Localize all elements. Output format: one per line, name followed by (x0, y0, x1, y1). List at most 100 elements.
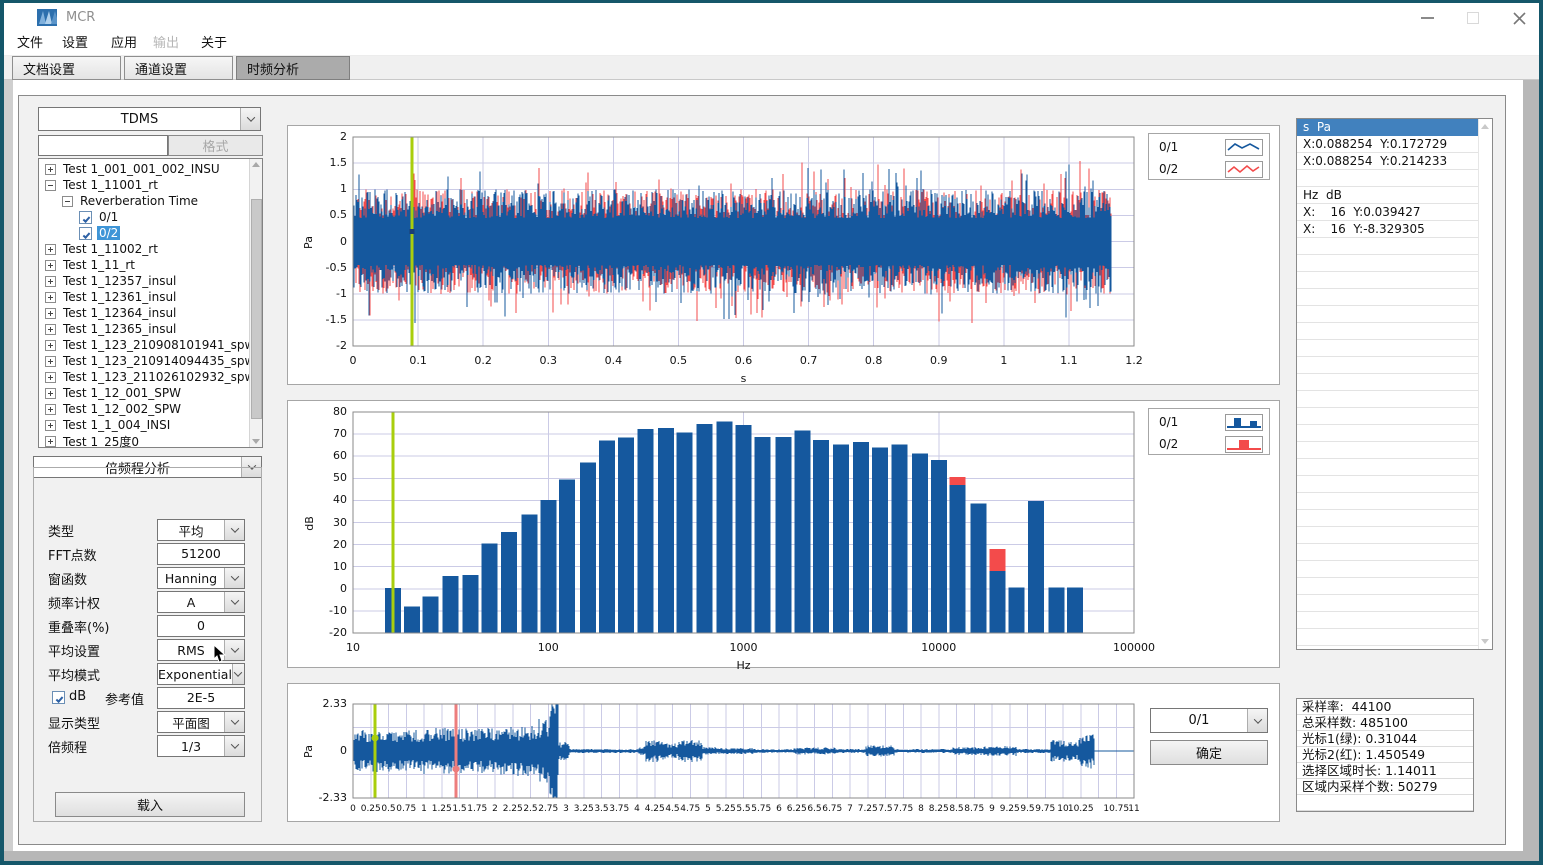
tab-3[interactable]: 时频分析 (236, 56, 350, 80)
tree-item-label[interactable]: Test 1_12_001_SPW (61, 386, 183, 400)
tree-item-label[interactable]: Test 1_123_210908101941_spw (61, 338, 256, 352)
form-select-6[interactable]: RMS (157, 639, 245, 661)
scroll-up-icon[interactable] (1481, 124, 1489, 129)
tree-item[interactable]: Test 1_123_210908101941_spw (39, 337, 248, 353)
tree-item-label[interactable]: Reverberation Time (78, 194, 200, 208)
expand-icon[interactable] (45, 308, 56, 319)
menu-item-5[interactable]: 关于 (201, 35, 227, 53)
tree-item-label[interactable]: Test 1_12364_insul (61, 306, 178, 320)
tree-item-label[interactable]: Test 1_11002_rt (61, 242, 160, 256)
full-record-chart[interactable]: 2.330-2.3300.250.50.7511.251.51.7522.252… (287, 683, 1280, 822)
expand-icon[interactable] (45, 164, 56, 175)
channel-checkbox[interactable] (79, 227, 92, 240)
octave-spectrum-chart[interactable]: 80706050403020100-10-2010100100010000100… (287, 400, 1280, 668)
tree-item[interactable]: Test 1_11002_rt (39, 241, 248, 257)
file-format-select[interactable]: TDMS (38, 107, 261, 131)
tree-item-label[interactable]: Test 1_12_002_SPW (61, 402, 183, 416)
confirm-button[interactable]: 确定 (1150, 740, 1268, 765)
expand-icon[interactable] (45, 388, 56, 399)
tree-item-label[interactable]: Test 1_12361_insul (61, 290, 178, 304)
channel-select[interactable]: 0/1 (1150, 708, 1268, 733)
tree-item[interactable]: Test 1_123_210914094435_spw (39, 353, 248, 369)
channel-checkbox[interactable] (79, 211, 92, 224)
readout-scrollbar[interactable] (1478, 119, 1492, 649)
close-button[interactable] (1506, 9, 1532, 27)
tree-item-label[interactable]: Test 1_123_211026102932_spw (61, 370, 256, 384)
expand-icon[interactable] (45, 260, 56, 271)
chevron-down-icon[interactable] (1247, 709, 1267, 732)
menu-item-2[interactable]: 设置 (62, 35, 88, 53)
filter-input[interactable] (38, 135, 168, 156)
scroll-up-icon[interactable] (252, 162, 260, 167)
menu-item-3[interactable]: 应用 (111, 35, 137, 53)
tree-item-label[interactable]: Test 1_11_rt (61, 258, 137, 272)
minimize-button[interactable] (1414, 9, 1440, 27)
expand-icon[interactable] (45, 372, 56, 383)
tree-item[interactable]: Test 1_001_001_002_INSU (39, 161, 248, 177)
tree-item-label[interactable]: Test 1_11001_rt (61, 178, 160, 192)
scroll-down-icon[interactable] (1481, 639, 1489, 644)
tree-item-label[interactable]: Test 1_25度0 (61, 433, 141, 449)
expand-icon[interactable] (45, 244, 56, 255)
chevron-down-icon[interactable] (224, 640, 244, 660)
chevron-down-icon[interactable] (224, 520, 244, 540)
tab-2[interactable]: 通道设置 (124, 56, 233, 80)
tree-item[interactable]: Test 1_12364_insul (39, 305, 248, 321)
time-waveform-chart[interactable]: 21.510.50-0.5-1-1.5-200.10.20.30.40.50.6… (287, 125, 1280, 385)
db-checkbox[interactable] (52, 691, 65, 704)
chevron-down-icon[interactable] (224, 712, 244, 732)
reference-value-input[interactable]: 2E-5 (157, 687, 245, 709)
tree-scrollbar-thumb[interactable] (251, 199, 262, 419)
load-button[interactable]: 载入 (55, 792, 245, 817)
maximize-button[interactable] (1460, 9, 1486, 27)
chevron-down-icon[interactable] (232, 664, 244, 684)
tree-item[interactable]: Test 1_12_002_SPW (39, 401, 248, 417)
tree-item-label[interactable]: Test 1_12357_insul (61, 274, 178, 288)
expand-icon[interactable] (45, 340, 56, 351)
tree-item-label[interactable]: Test 1_123_210914094435_spw (61, 354, 256, 368)
menu-item-1[interactable]: 文件 (17, 35, 43, 53)
collapse-icon[interactable] (62, 196, 73, 207)
tree-item[interactable]: Test 1_123_211026102932_spw (39, 369, 248, 385)
tree-item[interactable]: Test 1_11001_rt (39, 177, 248, 193)
tree-item[interactable]: Test 1_1_004_INSI (39, 417, 248, 433)
tree-item[interactable]: Test 1_25度0 (39, 433, 248, 448)
form-input-5[interactable]: 0 (157, 615, 245, 637)
expand-icon[interactable] (45, 324, 56, 335)
form-select-4[interactable]: A (157, 591, 245, 613)
tree-item-label[interactable]: Test 1_12365_insul (61, 322, 178, 336)
tree-item[interactable]: Reverberation Time (39, 193, 248, 209)
tree-item[interactable]: Test 1_12361_insul (39, 289, 248, 305)
expand-icon[interactable] (45, 356, 56, 367)
tree-item[interactable]: Test 1_12_001_SPW (39, 385, 248, 401)
expand-icon[interactable] (45, 436, 56, 447)
form-select-9[interactable]: 平面图 (157, 711, 245, 733)
tab-1[interactable]: 文档设置 (12, 56, 121, 80)
form-select-1[interactable]: 平均 (157, 519, 245, 541)
chevron-down-icon[interactable] (224, 736, 244, 756)
form-select-3[interactable]: Hanning (157, 567, 245, 589)
expand-icon[interactable] (45, 276, 56, 287)
expand-icon[interactable] (45, 420, 56, 431)
expand-icon[interactable] (45, 404, 56, 415)
form-input-2[interactable]: 51200 (157, 543, 245, 565)
form-select-10[interactable]: 1/3 (157, 735, 245, 757)
tree-item[interactable]: Test 1_12365_insul (39, 321, 248, 337)
scroll-down-icon[interactable] (252, 439, 260, 444)
tree-item[interactable]: Test 1_12357_insul (39, 273, 248, 289)
tree-item[interactable]: 0/1 (39, 209, 248, 225)
chevron-down-icon[interactable] (224, 568, 244, 588)
form-select-7[interactable]: Exponential (157, 663, 245, 685)
expand-icon[interactable] (45, 292, 56, 303)
chevron-down-icon[interactable] (224, 592, 244, 612)
tree-item-label[interactable]: Test 1_1_004_INSI (61, 418, 172, 432)
format-button[interactable]: 格式 (168, 135, 263, 156)
chevron-down-icon[interactable] (240, 108, 260, 130)
tree-scrollbar[interactable] (249, 159, 262, 447)
collapse-icon[interactable] (45, 180, 56, 191)
tree-item-label[interactable]: 0/2 (97, 226, 120, 240)
tree-item[interactable]: Test 1_11_rt (39, 257, 248, 273)
tree-item[interactable]: 0/2 (39, 225, 248, 241)
tree-item-label[interactable]: Test 1_001_001_002_INSU (61, 162, 222, 176)
tree-item-label[interactable]: 0/1 (97, 210, 120, 224)
